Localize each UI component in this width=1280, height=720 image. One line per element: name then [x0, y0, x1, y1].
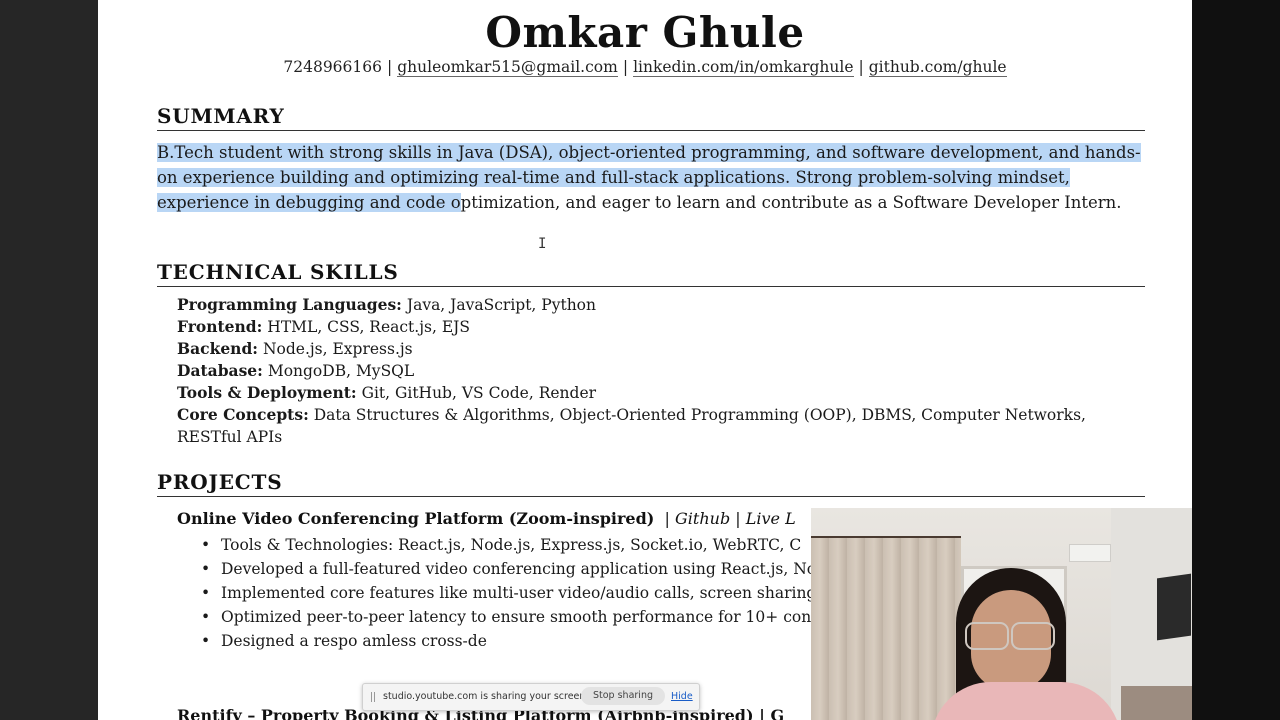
screen-share-bar: studio.youtube.com is sharing your scree…: [362, 683, 700, 711]
skill-row: Programming Languages: Java, JavaScript,…: [177, 294, 1147, 316]
projects-heading: PROJECTS: [157, 470, 1145, 497]
share-message: studio.youtube.com is sharing your scree…: [383, 691, 589, 702]
right-background-panel: [1192, 0, 1280, 720]
github-link[interactable]: github.com/ghule: [868, 58, 1007, 77]
skill-value: Node.js, Express.js: [262, 340, 413, 358]
webcam-overlay: [811, 508, 1192, 720]
summary-text[interactable]: B.Tech student with strong skills in Jav…: [157, 140, 1147, 215]
text-cursor-icon: I: [538, 236, 547, 252]
project-title: Online Video Conferencing Platform (Zoom…: [177, 509, 796, 528]
hide-link[interactable]: Hide: [671, 691, 693, 702]
resume-name: Omkar Ghule: [485, 8, 805, 57]
skill-value: Git, GitHub, VS Code, Render: [361, 384, 597, 402]
skill-row: Core Concepts: Data Structures & Algorit…: [177, 404, 1147, 448]
separator: |: [387, 58, 393, 76]
left-background-panel: [0, 0, 98, 720]
skill-label: Core Concepts:: [177, 405, 309, 424]
skill-label: Tools & Deployment:: [177, 383, 357, 402]
skill-label: Database:: [177, 361, 263, 380]
summary-rest: ptimization, and eager to learn and cont…: [460, 193, 1122, 212]
webcam-curtain: [811, 538, 961, 720]
project-name: Online Video Conferencing Platform (Zoom…: [177, 509, 655, 528]
skill-value: Data Structures & Algorithms, Object-Ori…: [177, 406, 1086, 446]
separator: |: [622, 58, 629, 76]
email-link[interactable]: ghuleomkar515@gmail.com: [397, 58, 618, 77]
project-links[interactable]: | Github | Live L: [665, 509, 796, 528]
skill-label: Backend:: [177, 339, 259, 358]
skill-value: MongoDB, MySQL: [267, 362, 415, 380]
skills-heading: TECHNICAL SKILLS: [157, 260, 1145, 287]
skill-value: Java, JavaScript, Python: [406, 296, 597, 314]
summary-heading: SUMMARY: [157, 104, 1145, 131]
skill-row: Backend: Node.js, Express.js: [177, 338, 1147, 360]
skill-row: Database: MongoDB, MySQL: [177, 360, 1147, 382]
skill-label: Programming Languages:: [177, 295, 402, 314]
skill-label: Frontend:: [177, 317, 263, 336]
stop-sharing-button[interactable]: Stop sharing: [581, 687, 665, 705]
webcam-light: [1069, 544, 1111, 562]
skills-list: Programming Languages: Java, JavaScript,…: [177, 294, 1147, 448]
webcam-person-glasses: [961, 622, 1059, 650]
skill-row: Frontend: HTML, CSS, React.js, EJS: [177, 316, 1147, 338]
phone-number: 7248966166: [283, 58, 382, 76]
linkedin-link[interactable]: linkedin.com/in/omkarghule: [633, 58, 854, 77]
webcam-shelf: [1121, 686, 1192, 720]
skill-row: Tools & Deployment: Git, GitHub, VS Code…: [177, 382, 1147, 404]
contact-line: 7248966166 | ghuleomkar515@gmail.com | linke…: [98, 58, 1192, 77]
separator: |: [858, 58, 864, 76]
skill-value: HTML, CSS, React.js, EJS: [267, 318, 470, 336]
drag-handle-icon[interactable]: [371, 692, 375, 702]
webcam-tv: [1157, 573, 1191, 641]
